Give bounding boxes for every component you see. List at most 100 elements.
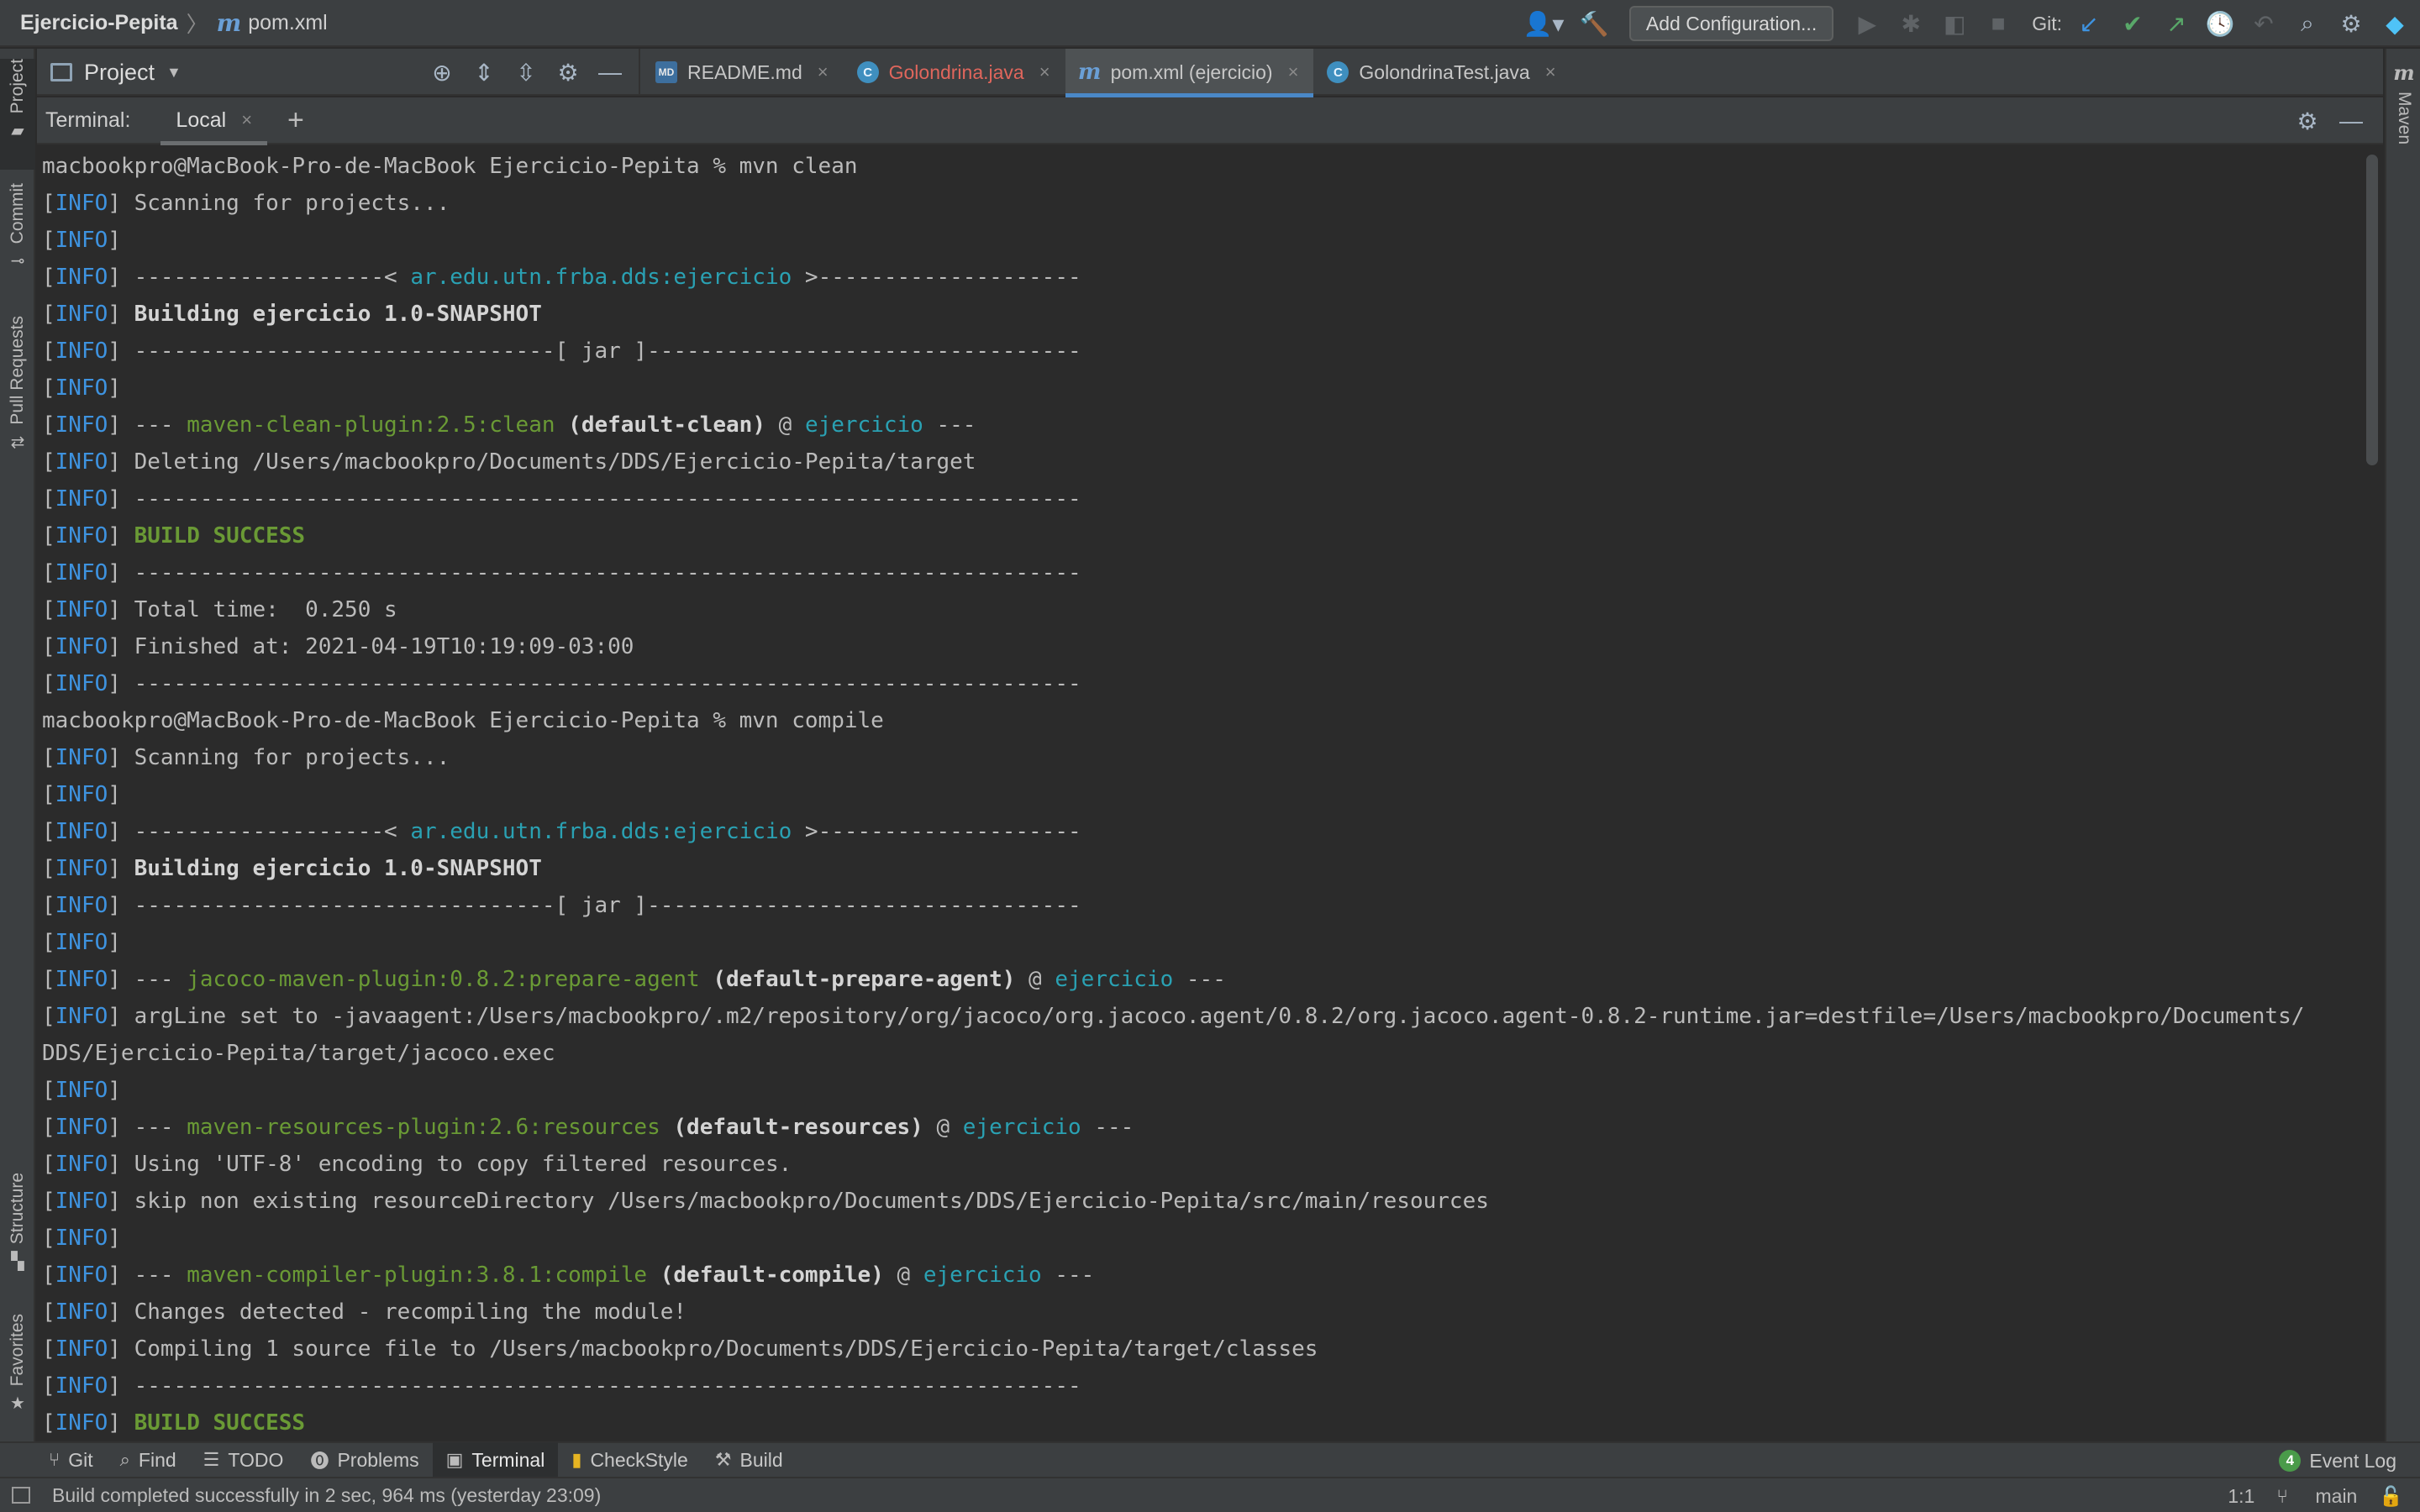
tool-window-bar: ⑂ Git ⌕ Find ☰ TODO ⓿ Problems ▣ Termina… bbox=[0, 1441, 2420, 1478]
module-name: ejercicio bbox=[923, 1263, 1042, 1288]
stripe-tab-structure[interactable]: Structure ▚ bbox=[0, 1173, 35, 1272]
terminal-line: [INFO] Changes detected - recompiling th… bbox=[42, 1299, 687, 1325]
tab-readme[interactable]: MD README.md × bbox=[642, 49, 844, 96]
structure-icon: ▚ bbox=[11, 1252, 24, 1272]
tool-git[interactable]: ⑂ Git bbox=[35, 1442, 107, 1478]
branch-name: main bbox=[2315, 1484, 2358, 1507]
tool-event-log[interactable]: 4 Event Log bbox=[2279, 1443, 2396, 1478]
search-icon: ⌕ bbox=[119, 1449, 130, 1470]
build-hammer-icon[interactable]: 🔨 bbox=[1576, 5, 1612, 42]
log-text: --- bbox=[923, 412, 976, 438]
git-rollback-icon[interactable]: ↶ bbox=[2245, 5, 2282, 42]
stripe-tab-pull-requests[interactable]: Pull Requests ⇄ bbox=[0, 316, 35, 453]
run-coverage-icon[interactable]: ◧ bbox=[1936, 5, 1973, 42]
close-icon[interactable]: × bbox=[1288, 61, 1299, 83]
status-bar: Build completed successfully in 2 sec, 9… bbox=[0, 1477, 2420, 1512]
git-update-icon[interactable]: ↙ bbox=[2070, 5, 2107, 42]
project-view-selector[interactable]: Project bbox=[84, 60, 155, 86]
module-name: ejercicio bbox=[962, 1115, 1081, 1140]
pull-request-icon: ⇄ bbox=[10, 433, 25, 452]
close-icon[interactable]: × bbox=[241, 109, 252, 131]
tab-pom-xml[interactable]: m pom.xml (ejercicio) × bbox=[1065, 49, 1314, 97]
user-icon[interactable]: 👤▾ bbox=[1518, 5, 1569, 42]
info-level-tag: INFO bbox=[55, 1336, 108, 1362]
info-level-tag: INFO bbox=[55, 375, 108, 401]
git-label: Git: bbox=[2032, 12, 2062, 34]
git-push-icon[interactable]: ↗ bbox=[2158, 5, 2195, 42]
breadcrumb-file[interactable]: pom.xml bbox=[248, 11, 327, 35]
stripe-tab-maven[interactable]: m Maven bbox=[2386, 60, 2420, 144]
vertical-scrollbar[interactable] bbox=[2366, 155, 2378, 465]
build-title: Building ejercicio 1.0-SNAPSHOT bbox=[120, 302, 542, 327]
info-level-tag: INFO bbox=[55, 745, 108, 770]
debug-icon[interactable]: ✱ bbox=[1892, 5, 1929, 42]
code-with-me-icon[interactable]: ◆ bbox=[2376, 5, 2413, 42]
terminal-line: [INFO] bbox=[42, 782, 121, 807]
stop-icon[interactable]: ■ bbox=[1980, 5, 2017, 42]
tool-build[interactable]: ⚒ Build bbox=[702, 1442, 797, 1478]
log-text: -------------------< bbox=[120, 265, 411, 290]
info-level-tag: INFO bbox=[55, 265, 108, 290]
search-everywhere-icon[interactable]: ⌕ bbox=[2289, 5, 2326, 42]
hide-panel-icon[interactable]: — bbox=[592, 54, 629, 91]
settings-gear-icon[interactable]: ⚙ bbox=[2333, 5, 2370, 42]
terminal-output[interactable]: macbookpro@MacBook-Pro-de-MacBook Ejerci… bbox=[37, 146, 2383, 1441]
log-text: --- bbox=[120, 412, 187, 438]
expand-all-icon[interactable]: ⇕ bbox=[466, 54, 502, 91]
checkstyle-icon: ▮ bbox=[571, 1449, 582, 1470]
git-branch-widget[interactable]: ⑂ main bbox=[2276, 1485, 2357, 1508]
project-panel-header: Project ▼ ⊕ ⇕ ⇳ ⚙ — bbox=[37, 49, 640, 96]
terminal-tab-local[interactable]: Local × bbox=[160, 97, 267, 145]
hide-panel-icon[interactable]: — bbox=[2333, 102, 2370, 139]
tool-checkstyle[interactable]: ▮ CheckStyle bbox=[558, 1442, 701, 1478]
info-level-tag: INFO bbox=[55, 634, 108, 659]
log-text: ----------------------------------------… bbox=[120, 560, 1081, 585]
log-text: Scanning for projects... bbox=[120, 745, 450, 770]
git-commit-icon[interactable]: ✔ bbox=[2114, 5, 2151, 42]
gear-icon[interactable]: ⚙ bbox=[550, 54, 587, 91]
gear-icon[interactable]: ⚙ bbox=[2289, 102, 2326, 139]
collapse-all-icon[interactable]: ⇳ bbox=[508, 54, 544, 91]
stripe-label-pull-requests: Pull Requests bbox=[8, 316, 27, 425]
locate-file-icon[interactable]: ⊕ bbox=[424, 54, 460, 91]
stripe-tab-favorites[interactable]: Favorites ★ bbox=[0, 1314, 35, 1414]
info-level-tag: INFO bbox=[55, 1226, 108, 1251]
close-icon[interactable]: × bbox=[1039, 61, 1050, 83]
close-icon[interactable]: × bbox=[818, 61, 829, 83]
new-terminal-tab-icon[interactable]: + bbox=[287, 104, 304, 137]
execution-id: (default-compile) bbox=[647, 1263, 884, 1288]
git-history-icon[interactable]: 🕓 bbox=[2202, 5, 2238, 42]
tab-golondrina-test-java[interactable]: C GolondrinaTest.java × bbox=[1313, 49, 1570, 96]
breadcrumb-project[interactable]: Ejercicio-Pepita bbox=[20, 11, 178, 35]
info-level-tag: INFO bbox=[55, 302, 108, 327]
stripe-label-maven: Maven bbox=[2395, 92, 2414, 145]
execution-id: (default-prepare-agent) bbox=[699, 967, 1016, 992]
tool-problems[interactable]: ⓿ Problems bbox=[297, 1442, 432, 1478]
add-configuration-button[interactable]: Add Configuration... bbox=[1628, 6, 1834, 41]
stripe-tab-commit[interactable]: Commit ⊸ bbox=[0, 183, 35, 271]
tool-todo[interactable]: ☰ TODO bbox=[190, 1442, 297, 1478]
terminal-line: [INFO] Deleting /Users/macbookpro/Docume… bbox=[42, 449, 976, 475]
info-level-tag: INFO bbox=[55, 412, 108, 438]
tab-golondrina-java[interactable]: C Golondrina.java × bbox=[844, 49, 1065, 96]
plugin-goal: maven-clean-plugin:2.5:clean bbox=[187, 412, 555, 438]
project-view-icon bbox=[50, 63, 72, 81]
navbar-toolbar: 👤▾ 🔨 Add Configuration... ▶ ✱ ◧ ■ Git: ↙… bbox=[1518, 0, 2420, 47]
close-icon[interactable]: × bbox=[1545, 61, 1556, 83]
left-tool-stripe: Project ▰ Commit ⊸ Pull Requests ⇄ Struc… bbox=[0, 49, 35, 1441]
log-text: --- bbox=[120, 1263, 187, 1288]
tool-terminal[interactable]: ▣ Terminal bbox=[432, 1442, 559, 1478]
right-tool-stripe: m Maven bbox=[2385, 49, 2420, 1441]
caret-position[interactable]: 1:1 bbox=[2228, 1485, 2254, 1508]
lock-icon[interactable]: 🔓 bbox=[2379, 1485, 2403, 1508]
tool-find[interactable]: ⌕ Find bbox=[107, 1442, 190, 1478]
log-text: >-------------------- bbox=[792, 819, 1081, 844]
chevron-down-icon[interactable]: ▼ bbox=[166, 64, 182, 81]
status-message[interactable]: Build completed successfully in 2 sec, 9… bbox=[52, 1484, 601, 1507]
execution-id: (default-resources) bbox=[660, 1115, 923, 1140]
run-icon[interactable]: ▶ bbox=[1849, 5, 1886, 42]
toggle-tool-windows-icon[interactable] bbox=[12, 1487, 30, 1504]
execution-id: (default-clean) bbox=[555, 412, 765, 438]
status-widgets: 1:1 ⑂ main 🔓 bbox=[2206, 1478, 2403, 1512]
stripe-tab-project[interactable]: Project ▰ bbox=[0, 59, 35, 170]
